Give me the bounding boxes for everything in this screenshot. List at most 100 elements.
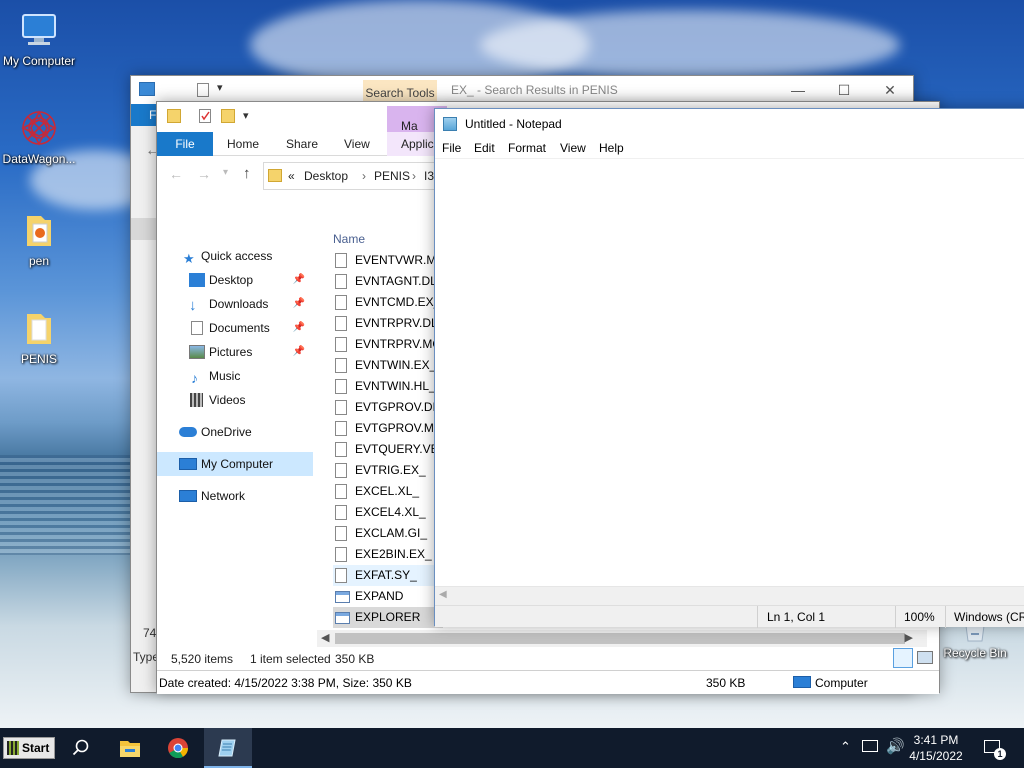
- action-center-button[interactable]: 1: [980, 736, 1006, 762]
- taskbar-file-explorer[interactable]: [106, 728, 154, 768]
- file-row[interactable]: EVTQUERY.VB_: [333, 439, 445, 460]
- computer-icon: [19, 10, 59, 50]
- nav-downloads[interactable]: ↓ Downloads 📌: [157, 292, 313, 316]
- volume-icon[interactable]: 🔊: [886, 737, 905, 755]
- minimize-icon[interactable]: —: [775, 76, 821, 104]
- quick-access-dropdown-icon[interactable]: ▾: [217, 81, 223, 94]
- scroll-right-icon[interactable]: ▶: [905, 631, 913, 644]
- nav-quick-access[interactable]: ★ Quick access: [157, 244, 313, 268]
- file-row[interactable]: EVENTVWR.MS_: [333, 250, 451, 271]
- network-icon: [179, 490, 197, 502]
- file-row[interactable]: EXCEL4.XL_: [333, 502, 443, 523]
- back-arrow-icon[interactable]: ←: [169, 166, 183, 182]
- nav-my-computer[interactable]: My Computer: [157, 452, 313, 476]
- file-row[interactable]: EVTRIG.EX_: [333, 460, 443, 481]
- menu-format[interactable]: Format: [508, 141, 546, 155]
- details-view-icon[interactable]: [893, 648, 913, 668]
- breadcrumb-overflow[interactable]: «: [288, 169, 295, 183]
- search-button[interactable]: [58, 728, 106, 768]
- menu-file[interactable]: File: [442, 141, 461, 155]
- nav-highlight: [131, 218, 157, 240]
- folder-icon: [19, 210, 59, 250]
- music-note-icon: ♪: [191, 370, 198, 386]
- large-icons-view-icon[interactable]: [917, 651, 933, 664]
- file-row[interactable]: EXCEL.XL_: [333, 481, 443, 502]
- file-row[interactable]: EXPLORER: [333, 607, 443, 628]
- system-clock[interactable]: 3:41 PM 4/15/2022: [906, 732, 966, 764]
- notepad-window[interactable]: Untitled - Notepad File Edit Format View…: [434, 108, 1024, 628]
- horizontal-scrollbar[interactable]: ◀ ▶: [317, 630, 927, 647]
- tab-home[interactable]: Home: [213, 132, 273, 156]
- title-bar[interactable]: Untitled - Notepad: [435, 109, 1024, 139]
- nav-desktop[interactable]: Desktop 📌: [157, 268, 313, 292]
- quick-access-dropdown-icon[interactable]: ▾: [243, 109, 249, 122]
- desktop-icon-datawagon[interactable]: DataWagon...: [0, 108, 78, 166]
- horizontal-scrollbar[interactable]: ◀: [435, 586, 1024, 605]
- pin-icon[interactable]: 📌: [293, 316, 305, 340]
- title-bar[interactable]: ▾ Search Tools EX_ - Search Results in P…: [131, 76, 913, 104]
- file-row[interactable]: EVTGPROV.DL_: [333, 397, 446, 418]
- file-icon: [335, 442, 347, 457]
- file-row[interactable]: EVNTWIN.HL_: [333, 376, 443, 397]
- file-row[interactable]: EVNTRPRV.DL_: [333, 313, 445, 334]
- search-icon: [72, 739, 89, 756]
- forward-arrow-icon[interactable]: →: [197, 166, 211, 182]
- nav-network[interactable]: Network: [157, 484, 313, 508]
- file-row[interactable]: EVNTCMD.EX_: [333, 292, 443, 313]
- text-editor[interactable]: [435, 160, 1024, 586]
- status-separator: [757, 606, 758, 628]
- scroll-left-icon[interactable]: ◀: [321, 631, 329, 644]
- menu-view[interactable]: View: [560, 141, 586, 155]
- up-arrow-icon[interactable]: ↑: [243, 165, 251, 182]
- file-row[interactable]: EVNTWIN.EX_: [333, 355, 443, 376]
- menu-help[interactable]: Help: [599, 141, 624, 155]
- maximize-icon[interactable]: ☐: [821, 76, 867, 104]
- pin-icon[interactable]: 📌: [293, 292, 305, 316]
- desktop-icon-pen[interactable]: pen: [0, 210, 78, 268]
- desktop-icon-penis[interactable]: PENIS: [0, 308, 78, 366]
- scroll-left-icon[interactable]: ◀: [439, 589, 447, 600]
- pin-icon[interactable]: 📌: [293, 340, 305, 364]
- nav-pictures[interactable]: Pictures 📌: [157, 340, 313, 364]
- nav-music[interactable]: ♪ Music: [157, 364, 313, 388]
- file-row[interactable]: EVTGPROV.MO_: [333, 418, 450, 439]
- status-size: 350 KB: [335, 652, 375, 666]
- breadcrumb-desktop[interactable]: Desktop: [304, 169, 348, 183]
- taskbar-notepad[interactable]: [204, 728, 252, 768]
- tab-view[interactable]: View: [330, 132, 384, 156]
- file-row[interactable]: EXPAND: [333, 586, 443, 607]
- new-folder-icon[interactable]: [221, 109, 235, 123]
- breadcrumb-penis[interactable]: PENIS: [374, 169, 410, 183]
- tab-file[interactable]: File: [157, 132, 213, 156]
- file-row[interactable]: EXE2BIN.EX_: [333, 544, 443, 565]
- computer-icon: [179, 458, 197, 470]
- start-label: Start: [22, 741, 50, 755]
- notification-badge: 1: [994, 748, 1006, 760]
- nav-videos[interactable]: Videos: [157, 388, 313, 412]
- properties-icon[interactable]: [199, 109, 211, 123]
- taskbar-chrome[interactable]: [154, 728, 202, 768]
- scrollbar-thumb[interactable]: [335, 633, 905, 644]
- close-icon[interactable]: ✕: [867, 76, 913, 104]
- film-strip-icon: [190, 393, 203, 407]
- star-icon: ★: [183, 251, 195, 266]
- file-row[interactable]: EXFAT.SY_: [333, 565, 443, 586]
- file-icon: [335, 274, 347, 289]
- start-button[interactable]: Start: [3, 737, 55, 759]
- desktop-icon-my-computer[interactable]: My Computer: [0, 10, 78, 68]
- file-row[interactable]: EXCLAM.GI_: [333, 523, 443, 544]
- show-hidden-icons-icon[interactable]: ⌃: [840, 739, 851, 755]
- nav-onedrive[interactable]: OneDrive: [157, 420, 313, 444]
- nav-documents[interactable]: Documents 📌: [157, 316, 313, 340]
- network-icon[interactable]: [862, 740, 878, 752]
- pin-icon[interactable]: 📌: [293, 268, 305, 292]
- recent-locations-icon[interactable]: ▾: [223, 167, 228, 178]
- file-row[interactable]: EVNTAGNT.DL_: [333, 271, 443, 292]
- nav-label: My Computer: [201, 457, 274, 471]
- column-header-name[interactable]: Name: [333, 232, 365, 246]
- file-name: EVNTRPRV.DL_: [355, 316, 445, 330]
- menu-edit[interactable]: Edit: [474, 141, 495, 155]
- quick-access-properties-icon[interactable]: [197, 83, 209, 97]
- file-row[interactable]: EVNTRPRV.MO_: [333, 334, 448, 355]
- tab-share[interactable]: Share: [272, 132, 332, 156]
